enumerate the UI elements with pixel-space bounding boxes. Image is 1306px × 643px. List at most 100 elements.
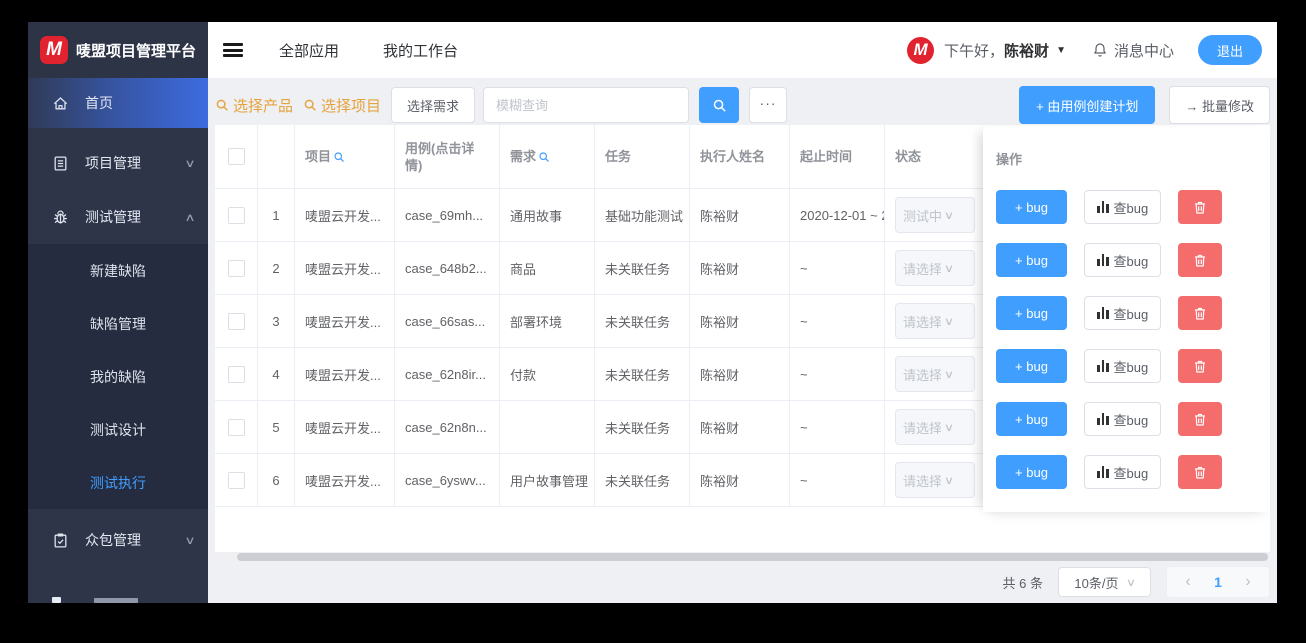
bar-chart-icon (1097, 254, 1109, 266)
cell-case-link[interactable]: case_62n8n... (395, 401, 500, 453)
chevron-down-icon: ∨ (943, 474, 955, 487)
sidebar-subitem[interactable]: 缺陷管理 (28, 297, 208, 350)
row-checkbox[interactable] (227, 471, 245, 489)
create-plan-from-case-button[interactable]: + 由用例创建计划 (1019, 86, 1156, 124)
cell-task: 未关联任务 (595, 401, 690, 453)
delete-button[interactable] (1178, 349, 1223, 383)
delete-button[interactable] (1178, 190, 1223, 224)
delete-button[interactable] (1178, 455, 1223, 489)
row-checkbox[interactable] (227, 312, 245, 330)
sidebar-subitem[interactable]: 测试设计 (28, 403, 208, 456)
view-bug-button[interactable]: 查bug (1084, 243, 1162, 277)
cell-case-link[interactable]: case_648b2... (395, 242, 500, 294)
logout-button[interactable]: 退出 (1197, 35, 1262, 65)
cell-case-link[interactable]: case_62n8ir... (395, 348, 500, 400)
chevron-down-icon: ∨ (184, 157, 196, 170)
chevron-down-icon: ∨ (943, 421, 955, 434)
sidebar: M 唛盟项目管理平台 首页 项目管理 ∨ 测试管理 ∧ 新建缺陷 缺陷管理 我的缺陷… (28, 22, 208, 603)
add-bug-button[interactable]: + bug (996, 190, 1067, 224)
trash-icon (1195, 254, 1206, 267)
message-center[interactable]: 消息中心 (1092, 40, 1174, 61)
sidebar-subitem[interactable]: 测试执行 (28, 456, 208, 509)
header-requirement: 需求 (500, 125, 595, 188)
view-bug-button[interactable]: 查bug (1084, 296, 1162, 330)
cell-case-link[interactable]: case_69mh... (395, 189, 500, 241)
view-bug-button[interactable]: 查bug (1084, 455, 1162, 489)
sidebar-subitem[interactable]: 我的缺陷 (28, 350, 208, 403)
sidebar-item-test-mgmt[interactable]: 测试管理 ∧ (28, 190, 208, 244)
row-checkbox[interactable] (227, 259, 245, 277)
row-checkbox[interactable] (227, 418, 245, 436)
hamburger-menu-icon[interactable] (223, 43, 243, 57)
add-bug-button[interactable]: + bug (996, 349, 1067, 383)
avatar[interactable]: M (907, 36, 935, 64)
delete-button[interactable] (1178, 402, 1223, 436)
select-product-link[interactable]: 选择产品 (215, 95, 293, 116)
fuzzy-search-input[interactable] (483, 87, 690, 123)
batch-edit-button[interactable]: → 批量修改 (1169, 86, 1270, 124)
status-select[interactable]: 请选择 ∨ (895, 356, 975, 392)
bar-chart-icon (1097, 413, 1109, 425)
horizontal-scrollbar[interactable] (215, 553, 1270, 561)
operations-panel: 操作 + bug 查bug + bug 查bug + bug 查bug + bu… (983, 127, 1270, 512)
sidebar-item-label: 项目管理 (85, 155, 141, 171)
header-index (258, 125, 295, 188)
add-bug-button[interactable]: + bug (996, 296, 1067, 330)
nav-all-apps[interactable]: 全部应用 (279, 40, 339, 61)
cell-case-link[interactable]: case_66sas... (395, 295, 500, 347)
sidebar-item-crowdsourcing[interactable]: 众包管理 ∨ (28, 509, 208, 571)
more-filters-button[interactable]: ··· (749, 87, 788, 123)
cell-task: 未关联任务 (595, 454, 690, 506)
cell-executor: 陈裕财 (690, 348, 790, 400)
sidebar-item-partial (28, 595, 208, 603)
delete-button[interactable] (1178, 243, 1223, 277)
cell-project: 唛盟云开发... (295, 348, 395, 400)
add-bug-button[interactable]: + bug (996, 243, 1067, 277)
operations-row: + bug 查bug (983, 242, 1270, 295)
header-operations: 操作 (996, 151, 1023, 167)
scrollbar-thumb[interactable] (237, 553, 1268, 561)
select-project-link[interactable]: 选择项目 (303, 95, 381, 116)
status-select[interactable]: 请选择 ∨ (895, 250, 975, 286)
view-bug-button[interactable]: 查bug (1084, 190, 1162, 224)
row-index: 4 (258, 348, 295, 400)
status-select[interactable]: 请选择 ∨ (895, 409, 975, 445)
select-requirement-button[interactable]: 选择需求 (391, 87, 476, 123)
delete-button[interactable] (1178, 296, 1223, 330)
add-bug-button[interactable]: + bug (996, 402, 1067, 436)
status-select[interactable]: 测试中 ∨ (895, 197, 975, 233)
sidebar-subitem[interactable]: 新建缺陷 (28, 244, 208, 297)
cell-dates: ~ (790, 454, 885, 506)
test-execution-table: 项目 用例(点击详情) 需求 任务 执行人姓名 起止时间 状态 1 唛盟云开发.… (215, 125, 1270, 561)
header-project: 项目 (295, 125, 395, 188)
nav-my-workbench[interactable]: 我的工作台 (383, 40, 458, 61)
view-bug-button[interactable]: 查bug (1084, 349, 1162, 383)
sidebar-item-project-mgmt[interactable]: 项目管理 ∨ (28, 136, 208, 190)
prev-page-button[interactable]: ‹ (1173, 568, 1203, 596)
top-nav: 全部应用 我的工作台 (279, 40, 458, 61)
view-bug-button[interactable]: 查bug (1084, 402, 1162, 436)
select-all-checkbox[interactable] (227, 148, 245, 165)
add-bug-button[interactable]: + bug (996, 455, 1067, 489)
cell-case-link[interactable]: case_6yswv... (395, 454, 500, 506)
cell-requirement: 付款 (500, 348, 595, 400)
row-checkbox[interactable] (227, 206, 245, 224)
page-number[interactable]: 1 (1203, 568, 1233, 596)
sidebar-item-home[interactable]: 首页 (28, 78, 208, 128)
status-select[interactable]: 请选择 ∨ (895, 303, 975, 339)
trash-icon (1195, 201, 1206, 214)
cell-dates: 2020-12-01 ~ 20 (790, 189, 885, 241)
search-button[interactable] (699, 87, 740, 123)
cell-executor: 陈裕财 (690, 454, 790, 506)
caret-down-icon[interactable]: ▼ (1056, 45, 1066, 56)
row-checkbox[interactable] (227, 365, 245, 383)
status-select[interactable]: 请选择 ∨ (895, 462, 975, 498)
next-page-button[interactable]: › (1233, 568, 1263, 596)
operations-body: + bug 查bug + bug 查bug + bug 查bug + bug 查… (983, 189, 1270, 507)
screen: M 唛盟项目管理平台 首页 项目管理 ∨ 测试管理 ∧ 新建缺陷 缺陷管理 我的缺陷… (0, 0, 1306, 643)
toolbar: 选择产品 选择项目 选择需求 ··· + 由用例创建计划 → 批量修改 (215, 86, 1270, 124)
search-icon[interactable] (538, 151, 550, 163)
cell-executor: 陈裕财 (690, 242, 790, 294)
search-icon[interactable] (333, 151, 345, 163)
page-size-select[interactable]: 10条/页 ∨ (1058, 567, 1151, 597)
